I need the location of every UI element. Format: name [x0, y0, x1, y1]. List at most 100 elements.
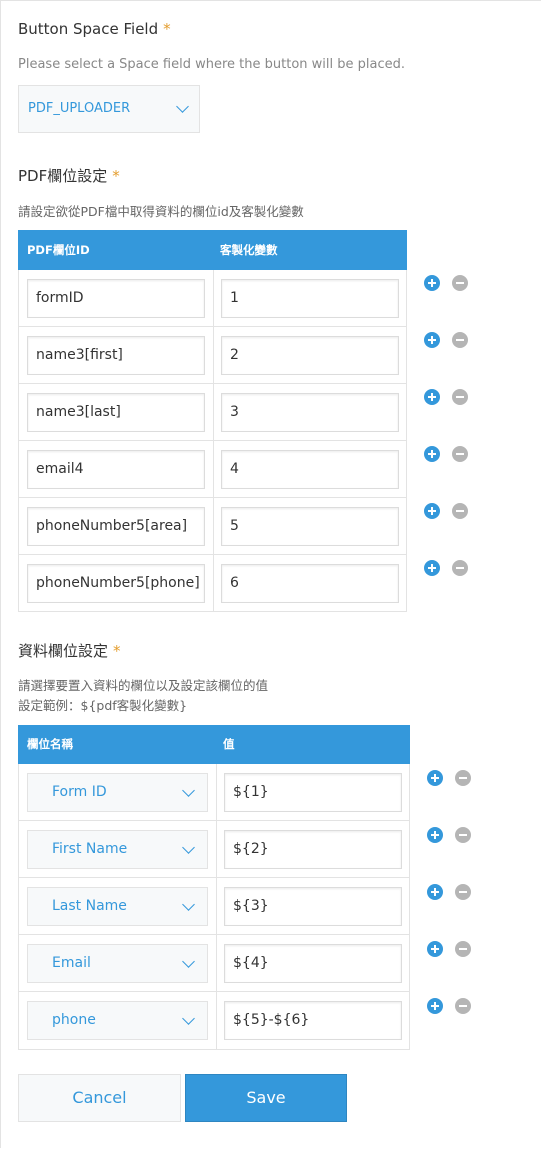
custom-variable-input[interactable]: 5: [221, 507, 399, 546]
plus-circle-icon[interactable]: [424, 503, 440, 519]
input-value: name3[last]: [36, 404, 121, 420]
minus-circle-icon[interactable]: [455, 827, 471, 843]
selected-field-name: Email: [52, 955, 91, 971]
pdf-field-id-input[interactable]: name3[last]: [27, 393, 205, 432]
input-value: ${4}: [233, 955, 269, 971]
field-value-input[interactable]: ${2}: [224, 830, 402, 869]
field-value-input[interactable]: ${4}: [224, 944, 402, 983]
chevron-down-icon: [176, 100, 189, 113]
data-fields-label: 資料欄位設定 *: [18, 640, 121, 661]
input-value: email4: [36, 461, 84, 477]
selected-field-name: Form ID: [52, 784, 107, 800]
field-name-select[interactable]: Form ID: [27, 773, 208, 812]
plus-circle-icon[interactable]: [427, 770, 443, 786]
minus-circle-icon[interactable]: [452, 503, 468, 519]
input-value: 6: [230, 575, 239, 591]
column-divider: [213, 441, 214, 497]
custom-variable-input[interactable]: 1: [221, 279, 399, 318]
plus-circle-icon[interactable]: [427, 941, 443, 957]
field-name-select[interactable]: Email: [27, 944, 208, 983]
pdf-field-id-input[interactable]: formID: [27, 279, 205, 318]
save-button[interactable]: Save: [185, 1074, 347, 1122]
plus-circle-icon[interactable]: [424, 560, 440, 576]
column-divider: [213, 327, 214, 383]
minus-circle-icon[interactable]: [452, 332, 468, 348]
chevron-down-icon: [182, 841, 195, 854]
button-space-label: Button Space Field *: [18, 20, 171, 38]
input-value: ${5}-${6}: [233, 1012, 310, 1028]
column-divider: [216, 764, 217, 820]
custom-variable-input[interactable]: 4: [221, 450, 399, 489]
pdf-field-id-input[interactable]: phoneNumber5[phone]: [27, 564, 205, 603]
plus-circle-icon[interactable]: [424, 332, 440, 348]
plus-circle-icon[interactable]: [424, 389, 440, 405]
column-divider: [216, 992, 217, 1049]
chevron-down-icon: [182, 955, 195, 968]
pdf-fields-description: 請設定欲從PDF檔中取得資料的欄位id及客製化變數: [18, 204, 304, 219]
input-value: 2: [230, 347, 239, 363]
column-divider: [216, 821, 217, 877]
data-fields-table-header: 欄位名稱 值: [18, 725, 410, 764]
selected-field-name: phone: [52, 1012, 96, 1028]
minus-circle-icon[interactable]: [455, 998, 471, 1014]
pdf-fields-label-text: PDF欄位設定: [18, 167, 108, 185]
chevron-down-icon: [182, 898, 195, 911]
minus-circle-icon[interactable]: [452, 446, 468, 462]
selected-field-name: First Name: [52, 841, 128, 857]
plus-circle-icon[interactable]: [424, 275, 440, 291]
pdf-field-row: phoneNumber5[area] 5: [18, 498, 407, 555]
custom-variable-input[interactable]: 3: [221, 393, 399, 432]
input-value: 1: [230, 290, 239, 306]
column-header-pdf-field-id: PDF欄位ID: [27, 243, 90, 257]
input-value: 4: [230, 461, 239, 477]
plus-circle-icon[interactable]: [427, 998, 443, 1014]
column-divider: [213, 270, 214, 326]
field-name-select[interactable]: First Name: [27, 830, 208, 869]
pdf-field-row: name3[first] 2: [18, 327, 407, 384]
pdf-field-row: name3[last] 3: [18, 384, 407, 441]
button-space-description: Please select a Space field where the bu…: [18, 57, 405, 72]
plus-circle-icon[interactable]: [427, 884, 443, 900]
data-fields-label-text: 資料欄位設定: [18, 642, 109, 660]
column-header-field-name: 欄位名稱: [27, 737, 73, 751]
chevron-down-icon: [182, 1012, 195, 1025]
top-border: [0, 0, 541, 1]
custom-variable-input[interactable]: 2: [221, 336, 399, 375]
cancel-button[interactable]: Cancel: [18, 1074, 181, 1122]
input-value: formID: [36, 290, 84, 306]
minus-circle-icon[interactable]: [455, 941, 471, 957]
plus-circle-icon[interactable]: [427, 827, 443, 843]
input-value: name3[first]: [36, 347, 123, 363]
input-value: phoneNumber5[area]: [36, 518, 188, 534]
minus-circle-icon[interactable]: [452, 275, 468, 291]
button-space-selected-value: PDF_UPLOADER: [28, 101, 131, 116]
plus-circle-icon[interactable]: [424, 446, 440, 462]
button-space-select[interactable]: PDF_UPLOADER: [18, 85, 200, 133]
field-value-input[interactable]: ${5}-${6}: [224, 1001, 402, 1040]
custom-variable-input[interactable]: 6: [221, 564, 399, 603]
field-value-input[interactable]: ${3}: [224, 887, 402, 926]
input-value: 3: [230, 404, 239, 420]
minus-circle-icon[interactable]: [455, 770, 471, 786]
pdf-field-id-input[interactable]: name3[first]: [27, 336, 205, 375]
pdf-field-row: phoneNumber5[phone] 6: [18, 555, 407, 612]
selected-field-name: Last Name: [52, 898, 127, 914]
pdf-fields-table-header: PDF欄位ID 客製化變數: [18, 230, 407, 270]
minus-circle-icon[interactable]: [455, 884, 471, 900]
field-value-input[interactable]: ${1}: [224, 773, 402, 812]
pdf-field-id-input[interactable]: phoneNumber5[area]: [27, 507, 205, 546]
required-mark: *: [112, 167, 120, 185]
data-field-row: Form ID ${1}: [18, 764, 410, 821]
minus-circle-icon[interactable]: [452, 389, 468, 405]
field-name-select[interactable]: phone: [27, 1001, 208, 1040]
input-value: ${1}: [233, 784, 269, 800]
minus-circle-icon[interactable]: [452, 560, 468, 576]
pdf-fields-label: PDF欄位設定 *: [18, 165, 120, 186]
left-border: [0, 0, 1, 1148]
column-divider: [213, 384, 214, 440]
data-field-row: Last Name ${3}: [18, 878, 410, 935]
column-divider: [216, 878, 217, 934]
settings-panel: Button Space Field * Please select a Spac…: [0, 0, 541, 1170]
field-name-select[interactable]: Last Name: [27, 887, 208, 926]
pdf-field-id-input[interactable]: email4: [27, 450, 205, 489]
